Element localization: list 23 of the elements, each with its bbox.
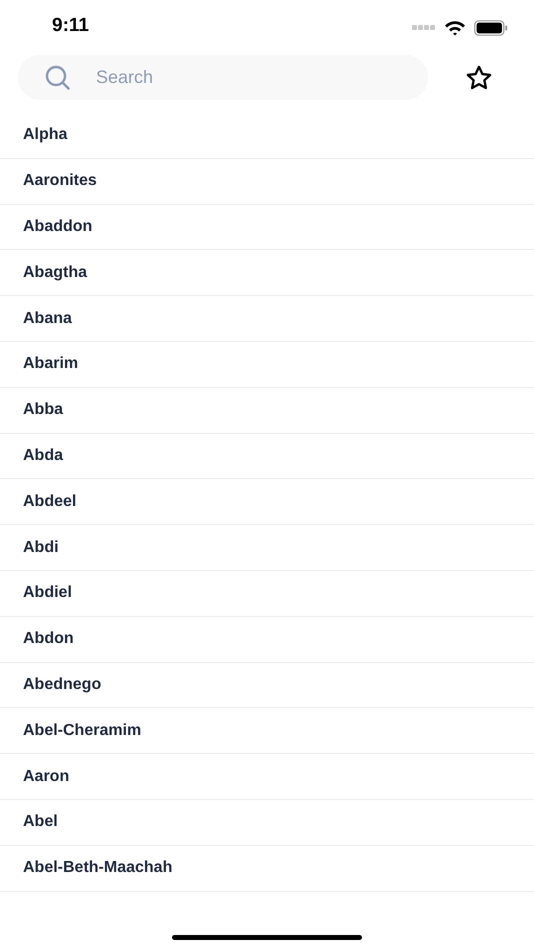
list-item[interactable]: Abdeel: [23, 490, 76, 514]
list-item[interactable]: Abdiel: [23, 581, 72, 606]
list-item[interactable]: Aaron: [23, 764, 70, 789]
search-icon: [45, 65, 71, 91]
list-item[interactable]: Alpha: [23, 123, 68, 148]
list-item[interactable]: Abdi: [23, 536, 59, 560]
list-item[interactable]: Abel-Beth-Maachah: [23, 856, 172, 880]
battery-icon: [474, 20, 508, 36]
list-item[interactable]: Abel: [23, 810, 58, 834]
list-item[interactable]: Abarim: [23, 352, 78, 376]
status-time: 9:11: [52, 14, 89, 38]
list-item[interactable]: Abaddon: [23, 214, 92, 239]
list-item[interactable]: Abdon: [23, 627, 74, 652]
list-item[interactable]: Abda: [23, 444, 63, 468]
signal-icon: [412, 25, 436, 30]
list-item[interactable]: Abba: [23, 398, 63, 422]
list-item[interactable]: Abagtha: [23, 260, 87, 285]
list-item[interactable]: Aaronites: [23, 169, 97, 194]
wifi-icon: [444, 20, 466, 36]
list-item[interactable]: Abana: [23, 306, 72, 331]
list-item[interactable]: Abel-Cheramim: [23, 718, 142, 743]
list-item[interactable]: Abednego: [23, 672, 102, 697]
search-field[interactable]: Search: [18, 55, 428, 100]
